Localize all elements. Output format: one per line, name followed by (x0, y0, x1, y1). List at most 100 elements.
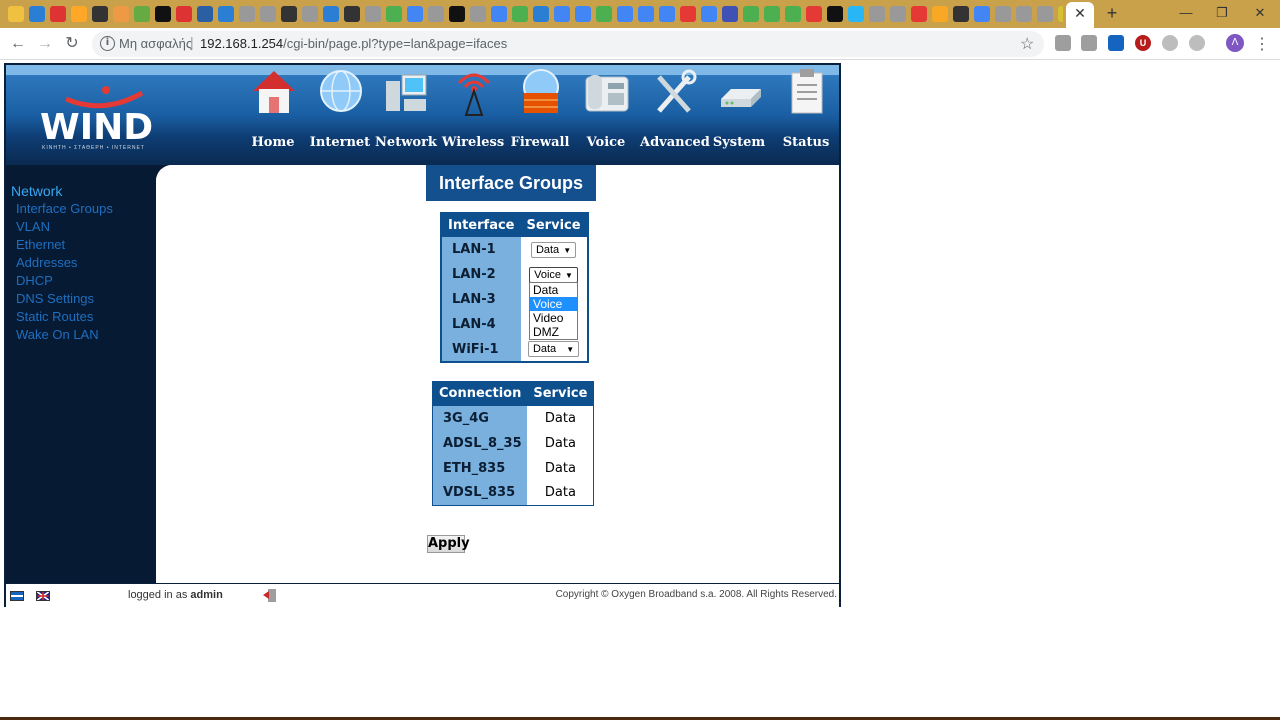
reload-icon[interactable]: ↻ (62, 34, 82, 54)
tab-favicon-icon[interactable] (1037, 6, 1053, 22)
nav-system[interactable]: System (706, 65, 772, 165)
tab-favicon-icon[interactable] (134, 6, 150, 22)
tab-favicon-icon[interactable] (869, 6, 885, 22)
tab-favicon-icon[interactable] (701, 6, 717, 22)
tab-favicon-icon[interactable] (638, 6, 654, 22)
tab-favicon-icon[interactable] (155, 6, 171, 22)
tab-favicon-icon[interactable] (344, 6, 360, 22)
tab-favicon-icon[interactable] (554, 6, 570, 22)
dropdown-option[interactable]: Video (530, 311, 577, 325)
restore-icon[interactable]: ❐ (1212, 4, 1232, 22)
tab-favicon-icon[interactable] (470, 6, 486, 22)
tab-favicon-icon[interactable] (596, 6, 612, 22)
sidebar-item-static-routes[interactable]: Static Routes (16, 309, 93, 324)
close-icon[interactable]: ✕ (1073, 6, 1087, 20)
tab-favicon-icon[interactable] (785, 6, 801, 22)
sidebar-item-dhcp[interactable]: DHCP (16, 273, 53, 288)
profile-avatar[interactable]: Λ (1226, 34, 1244, 52)
tab-favicon-icon[interactable] (113, 6, 129, 22)
info-icon[interactable]: i (100, 36, 115, 51)
extension-icon[interactable] (1162, 35, 1178, 51)
sidebar-item-addresses[interactable]: Addresses (16, 255, 77, 270)
nav-home[interactable]: Home (240, 65, 306, 165)
bookmark-star-icon[interactable]: ☆ (1020, 34, 1034, 54)
address-bar[interactable]: i Μη ασφαλής | 192.168.1.254/cgi-bin/pag… (92, 31, 1044, 57)
tab-favicon-icon[interactable] (386, 6, 402, 22)
dropdown-option[interactable]: Data (530, 283, 577, 297)
greek-flag-icon[interactable] (10, 591, 24, 601)
tab-favicon-icon[interactable] (722, 6, 738, 22)
tab-favicon-icon[interactable] (953, 6, 969, 22)
forward-icon[interactable]: → (35, 34, 55, 54)
tab-favicon-icon[interactable] (911, 6, 927, 22)
sidebar-item-dns-settings[interactable]: DNS Settings (16, 291, 94, 306)
apply-button[interactable]: Apply (427, 535, 470, 553)
tab-favicon-icon[interactable] (281, 6, 297, 22)
dropdown-option-selected[interactable]: Voice (530, 297, 577, 311)
tab-favicon-icon[interactable] (29, 6, 45, 22)
nav-status[interactable]: Status (773, 65, 839, 165)
extension-icon[interactable] (1189, 35, 1205, 51)
kebab-menu-icon[interactable]: ⋮ (1254, 34, 1270, 54)
tab-favicon-icon[interactable] (176, 6, 192, 22)
tab-favicon-icon[interactable] (1016, 6, 1032, 22)
tab-favicon-icon[interactable] (218, 6, 234, 22)
uk-flag-icon[interactable] (36, 591, 50, 601)
tab-favicon-icon[interactable] (197, 6, 213, 22)
tab-favicon-icon[interactable] (533, 6, 549, 22)
tab-favicon-icon[interactable] (827, 6, 843, 22)
url-text[interactable]: 192.168.1.254/cgi-bin/page.pl?type=lan&p… (200, 36, 507, 51)
tab-favicon-icon[interactable] (575, 6, 591, 22)
tab-favicon-icon[interactable] (302, 6, 318, 22)
tab-favicon-icon[interactable] (512, 6, 528, 22)
new-tab-icon[interactable]: + (1104, 4, 1120, 22)
back-icon[interactable]: ← (8, 34, 28, 54)
extension-icon[interactable] (1108, 35, 1124, 51)
tab-favicon-icon[interactable] (491, 6, 507, 22)
tab-favicon-icon[interactable] (323, 6, 339, 22)
tab-favicon-icon[interactable] (974, 6, 990, 22)
tab-favicon-icon[interactable] (617, 6, 633, 22)
nav-firewall[interactable]: Firewall (507, 65, 573, 165)
tab-favicon-icon[interactable] (8, 6, 24, 22)
tab-favicon-icon[interactable] (260, 6, 276, 22)
window-close-icon[interactable]: ✕ (1250, 4, 1270, 22)
nav-network[interactable]: Network (373, 65, 439, 165)
service-select[interactable]: Data ▼ (530, 241, 577, 258)
tab-favicon-icon[interactable] (365, 6, 381, 22)
sidebar-item-vlan[interactable]: VLAN (16, 219, 50, 234)
tab-favicon-icon[interactable] (50, 6, 66, 22)
tab-favicon-icon[interactable] (239, 6, 255, 22)
sidebar-item-ethernet[interactable]: Ethernet (16, 237, 65, 252)
tab-favicon-icon[interactable] (743, 6, 759, 22)
tab-favicon-icon[interactable] (890, 6, 906, 22)
service-dropdown-list: Data Voice Video DMZ (529, 282, 578, 340)
tab-favicon-icon[interactable] (995, 6, 1011, 22)
tab-favicon-icon[interactable] (71, 6, 87, 22)
tab-favicon-icon[interactable] (92, 6, 108, 22)
service-select[interactable]: Voice ▼ (529, 266, 578, 283)
tab-favicon-icon[interactable] (428, 6, 444, 22)
sidebar-item-wake-on-lan[interactable]: Wake On LAN (16, 327, 99, 342)
nav-wireless[interactable]: Wireless (440, 65, 506, 165)
nav-internet[interactable]: Internet (307, 65, 373, 165)
tab-favicon-icon[interactable] (659, 6, 675, 22)
tab-favicon-icon[interactable] (680, 6, 696, 22)
dropdown-option[interactable]: DMZ (530, 325, 577, 339)
ublock-icon[interactable]: U (1135, 35, 1151, 51)
extension-icon[interactable] (1081, 35, 1097, 51)
tab-favicon-icon[interactable] (1058, 6, 1063, 22)
sidebar-item-interface-groups[interactable]: Interface Groups (16, 201, 113, 216)
minimize-icon[interactable]: — (1176, 4, 1196, 22)
extension-icon[interactable] (1055, 35, 1071, 51)
service-select[interactable]: Data ▼ (527, 341, 580, 357)
logout-icon[interactable] (263, 588, 277, 603)
nav-voice[interactable]: Voice (573, 65, 639, 165)
tab-favicon-icon[interactable] (848, 6, 864, 22)
tab-favicon-icon[interactable] (449, 6, 465, 22)
tab-favicon-icon[interactable] (407, 6, 423, 22)
tab-favicon-icon[interactable] (764, 6, 780, 22)
tab-favicon-icon[interactable] (932, 6, 948, 22)
nav-advanced[interactable]: Advanced (640, 65, 710, 165)
tab-favicon-icon[interactable] (806, 6, 822, 22)
